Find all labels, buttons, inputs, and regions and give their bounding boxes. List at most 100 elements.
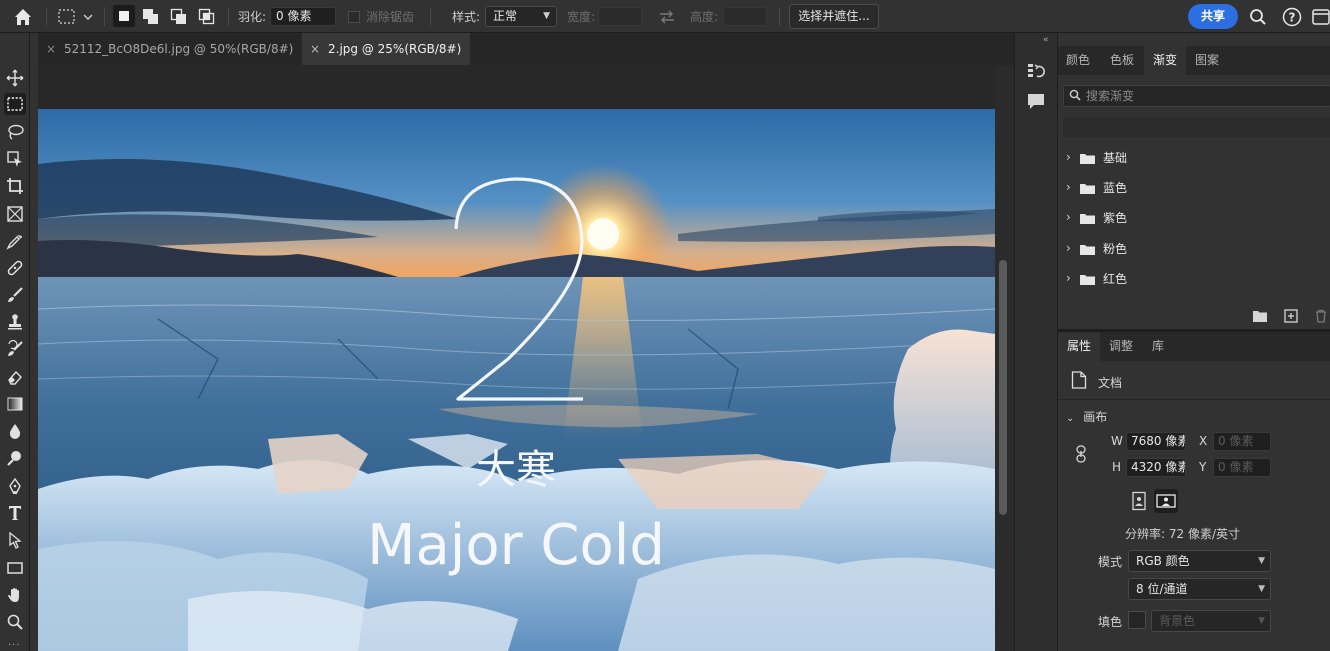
- pen-tool-icon[interactable]: [4, 475, 26, 497]
- folder-purple[interactable]: › 紫色: [1058, 203, 1330, 233]
- move-tool-icon[interactable]: [4, 67, 26, 89]
- healing-brush-tool-icon[interactable]: [4, 257, 26, 279]
- hand-tool-icon[interactable]: [4, 584, 26, 606]
- canvas-width-input[interactable]: 7680 像素: [1126, 432, 1186, 451]
- search-placeholder: 搜索渐变: [1086, 89, 1135, 103]
- tab-document-1[interactable]: × 52112_BcO8De6l.jpg @ 50%(RGB/8#): [38, 33, 301, 65]
- canvas-x-input[interactable]: 0 像素: [1213, 432, 1271, 451]
- mode-select[interactable]: RGB 颜色 ▼: [1128, 550, 1271, 572]
- eyedropper-tool-icon[interactable]: [4, 230, 26, 252]
- collapse-icon[interactable]: «: [1043, 35, 1049, 45]
- canvas-y-input[interactable]: 0 像素: [1213, 458, 1271, 477]
- folder-icon: [1080, 275, 1095, 285]
- marquee-tool-icon[interactable]: [4, 93, 26, 115]
- type-tool-icon[interactable]: [4, 502, 26, 524]
- folder-basic[interactable]: › 基础: [1058, 143, 1330, 173]
- object-select-tool-icon[interactable]: [4, 148, 26, 170]
- select-and-mask-button[interactable]: 选择并遮住...: [789, 4, 879, 29]
- frame-tool-icon[interactable]: [4, 203, 26, 225]
- folder-blue[interactable]: › 蓝色: [1058, 173, 1330, 203]
- close-icon[interactable]: ×: [46, 33, 56, 65]
- zoom-tool-icon[interactable]: [4, 611, 26, 633]
- home-icon[interactable]: [12, 0, 34, 33]
- help-icon[interactable]: ?: [1282, 0, 1302, 33]
- add-selection-icon[interactable]: [142, 8, 158, 24]
- workspace-icon[interactable]: [1312, 0, 1330, 33]
- landscape-orientation-icon[interactable]: [1154, 489, 1178, 513]
- search-icon[interactable]: [1249, 0, 1267, 33]
- marquee-preset-icon[interactable]: [56, 0, 96, 33]
- folder-icon: [1080, 184, 1095, 194]
- folder-icon: [1080, 154, 1095, 164]
- fill-select[interactable]: 背景色 ▼: [1151, 610, 1271, 632]
- tab-gradients[interactable]: 渐变: [1144, 46, 1186, 75]
- antialias-checkbox[interactable]: 消除锯齿: [348, 0, 414, 33]
- canvas-section-toggle[interactable]: ⌄ 画布: [1066, 408, 1107, 425]
- path-select-tool-icon[interactable]: [4, 529, 26, 551]
- width-label: W: [1111, 434, 1123, 448]
- height-input[interactable]: [723, 7, 767, 26]
- brush-tool-icon[interactable]: [4, 284, 26, 306]
- style-select[interactable]: 正常 ▼: [485, 6, 557, 27]
- fill-color-swatch[interactable]: [1128, 611, 1146, 629]
- tab-patterns[interactable]: 图案: [1186, 46, 1228, 75]
- crop-tool-icon[interactable]: [4, 175, 26, 197]
- tab-swatches[interactable]: 色板: [1100, 46, 1144, 75]
- search-icon: [1069, 89, 1081, 104]
- chevron-down-icon: ▼: [1258, 556, 1265, 566]
- x-label: X: [1199, 434, 1208, 448]
- canvas-scrollbar[interactable]: [995, 65, 1014, 651]
- portrait-orientation-icon[interactable]: [1129, 491, 1149, 511]
- new-gradient-icon[interactable]: [1284, 309, 1298, 326]
- more-tools-icon[interactable]: ···: [8, 640, 21, 651]
- chevron-right-icon: ›: [1066, 180, 1071, 194]
- tab-document-2[interactable]: × 2.jpg @ 25%(RGB/8#): [302, 33, 470, 65]
- link-icon[interactable]: [1075, 445, 1087, 466]
- chevron-right-icon: ›: [1066, 271, 1071, 285]
- folder-pink[interactable]: › 粉色: [1058, 234, 1330, 264]
- blur-tool-icon[interactable]: [4, 420, 26, 442]
- document-image[interactable]: 2 大寒 Major Cold: [38, 109, 995, 651]
- panel-icon-strip: «: [1014, 33, 1057, 651]
- intersect-selection-icon[interactable]: [198, 8, 215, 25]
- right-panels: 颜色 色板 渐变 图案 搜索渐变 › 基础 › 蓝色 › 紫色 › 粉色 › 红…: [1057, 33, 1330, 651]
- width-input[interactable]: [598, 7, 642, 26]
- lasso-tool-icon[interactable]: [4, 121, 26, 143]
- properties-panel-tabs: 属性 调整 库: [1058, 332, 1330, 361]
- gradient-preview-strip: [1063, 117, 1330, 137]
- eraser-tool-icon[interactable]: [4, 366, 26, 388]
- document-label: 文档: [1098, 376, 1123, 390]
- dodge-tool-icon[interactable]: [4, 447, 26, 469]
- chevron-down-icon: ⌄: [1066, 413, 1075, 424]
- share-button[interactable]: 共享: [1188, 4, 1238, 29]
- folder-icon: [1080, 245, 1095, 255]
- history-icon[interactable]: [1026, 61, 1046, 84]
- document-tabs: × 52112_BcO8De6l.jpg @ 50%(RGB/8#) × 2.j…: [38, 33, 1014, 65]
- trash-icon[interactable]: [1314, 309, 1328, 326]
- comments-icon[interactable]: [1026, 91, 1046, 114]
- tab-adjustments[interactable]: 调整: [1100, 332, 1142, 361]
- canvas-height-input[interactable]: 4320 像素: [1126, 458, 1186, 477]
- document-icon: [1071, 371, 1087, 392]
- subtract-selection-icon[interactable]: [170, 8, 186, 24]
- new-selection-icon[interactable]: [113, 5, 135, 27]
- folder-red[interactable]: › 红色: [1058, 264, 1330, 294]
- tab-properties[interactable]: 属性: [1058, 332, 1100, 361]
- clone-stamp-tool-icon[interactable]: [4, 311, 26, 333]
- y-label: Y: [1199, 460, 1207, 474]
- feather-input[interactable]: 0 像素: [270, 7, 336, 26]
- close-icon[interactable]: ×: [310, 33, 320, 65]
- scrollbar-thumb[interactable]: [999, 260, 1007, 515]
- gradient-search[interactable]: 搜索渐变: [1063, 85, 1330, 107]
- tab-libraries[interactable]: 库: [1142, 332, 1174, 361]
- tab-color[interactable]: 颜色: [1058, 46, 1098, 75]
- gradient-tool-icon[interactable]: [4, 393, 26, 415]
- rectangle-tool-icon[interactable]: [4, 557, 26, 579]
- bit-depth-select[interactable]: 8 位/通道 ▼: [1128, 578, 1271, 600]
- chevron-right-icon: ›: [1066, 150, 1071, 164]
- history-brush-tool-icon[interactable]: [4, 338, 26, 360]
- height-label: 高度:: [690, 10, 719, 24]
- height-label: H: [1112, 460, 1122, 474]
- new-group-icon[interactable]: [1253, 310, 1267, 325]
- swap-icon[interactable]: [658, 0, 676, 33]
